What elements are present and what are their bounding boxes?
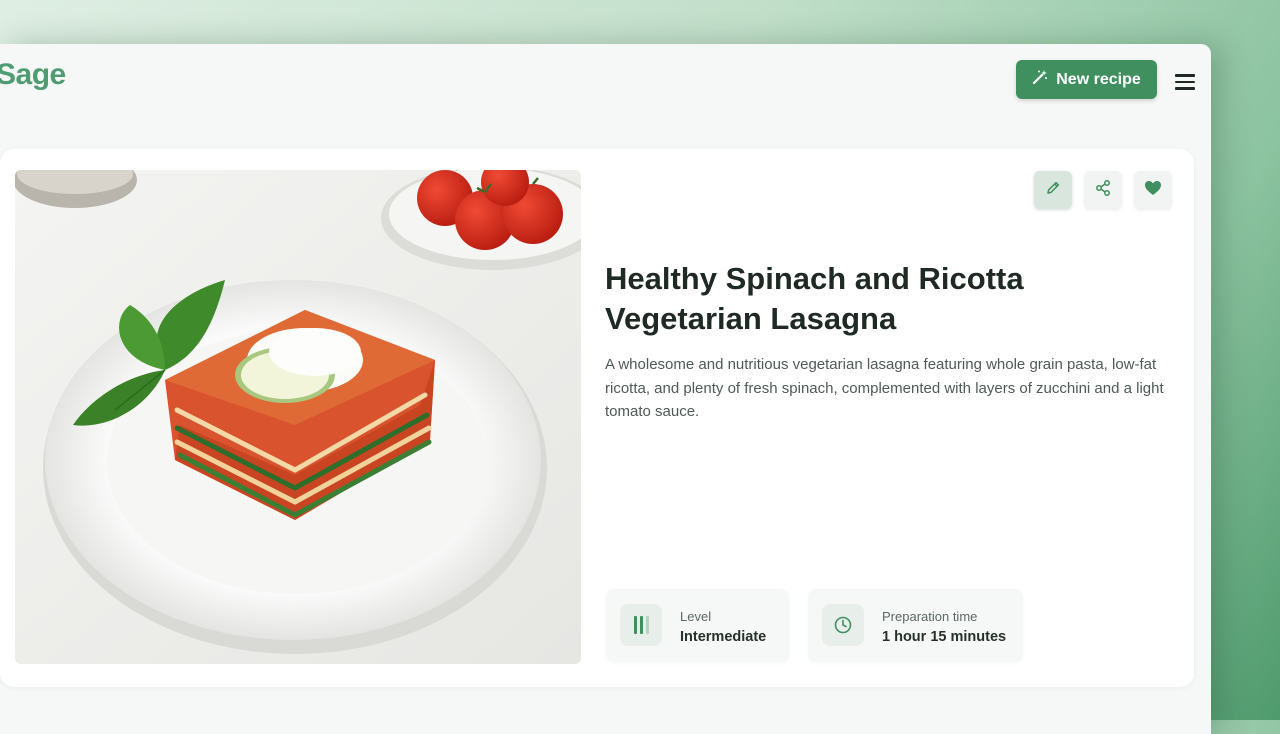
new-recipe-button[interactable]: New recipe xyxy=(1016,60,1157,99)
share-icon xyxy=(1094,179,1112,202)
recipe-actions xyxy=(1034,171,1172,209)
level-stat: Level Intermediate xyxy=(606,589,789,662)
hamburger-menu-icon[interactable] xyxy=(1173,70,1197,90)
level-label: Level xyxy=(680,609,712,624)
brand-logo[interactable]: Sage xyxy=(0,58,66,92)
edit-button[interactable] xyxy=(1034,171,1072,209)
clock-icon xyxy=(822,604,864,646)
prep-time-label: Preparation time xyxy=(882,609,978,624)
new-recipe-label: New recipe xyxy=(1056,70,1141,88)
recipe-photo xyxy=(15,170,581,664)
bars-icon xyxy=(620,604,662,646)
pencil-icon xyxy=(1045,180,1061,201)
recipe-title: Healthy Spinach and Ricotta Vegetarian L… xyxy=(605,261,1024,336)
prep-time-value: 1 hour 15 minutes xyxy=(882,629,1007,645)
level-value: Intermediate xyxy=(680,629,767,645)
magic-wand-icon xyxy=(1032,69,1048,90)
favorite-button[interactable] xyxy=(1134,171,1172,209)
share-button[interactable] xyxy=(1084,171,1122,209)
app-window: Sage New recipe Healthy Spinach and Rico… xyxy=(0,44,1211,734)
prep-time-stat: Preparation time 1 hour 15 minutes xyxy=(808,589,1023,662)
recipe-card: Healthy Spinach and Ricotta Vegetarian L… xyxy=(0,149,1194,687)
recipe-description: A wholesome and nutritious vegetarian la… xyxy=(605,356,1164,420)
heart-icon xyxy=(1144,180,1162,201)
